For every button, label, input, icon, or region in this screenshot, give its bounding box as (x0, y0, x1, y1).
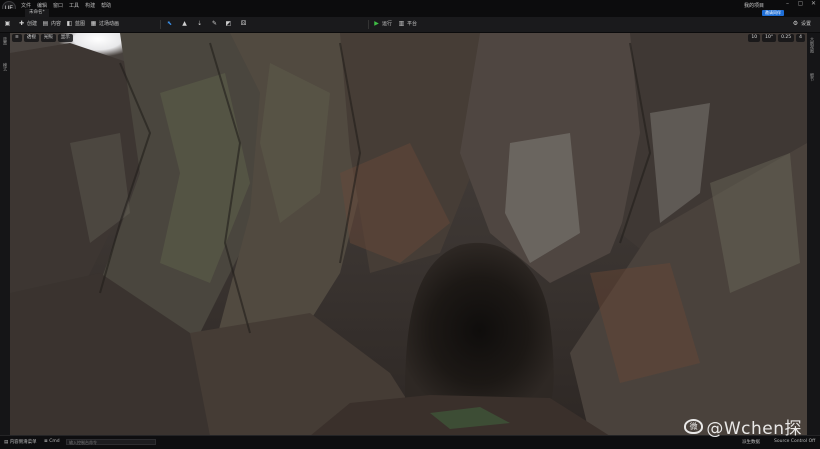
menu-tools[interactable]: 工具 (69, 2, 79, 9)
source-control-status[interactable]: Source Control Off (774, 439, 815, 444)
content-drawer-button[interactable]: ▤ 内容侧滑菜单 (4, 439, 37, 445)
right-dock-tab-details[interactable]: 细节 (809, 73, 815, 81)
select-mode-button[interactable]: ⬉ (166, 20, 173, 27)
cinematics-icon: ▦ (90, 20, 97, 27)
level-tab[interactable]: 未命名* (25, 9, 49, 17)
watermark-text: @Wchen探 (706, 419, 802, 439)
watermark: 微 @Wchen探 (684, 414, 802, 439)
menu-window[interactable]: 窗口 (53, 2, 63, 9)
left-dock: 放置 模式 (0, 33, 10, 436)
blueprint-label: 蓝图 (75, 21, 86, 27)
gear-icon: ⚙ (792, 20, 799, 27)
invite-button[interactable]: 邀请同伴 (762, 10, 784, 16)
minimize-button[interactable]: – (783, 0, 792, 7)
main-toolbar: ▣ ✚ 创建 ▤ 内容 ◧ 蓝图 ▦ 过场动画 ⬉ ▲ ⇣ ✎ ◩ ⚄ ▶ 运行… (0, 17, 820, 33)
viewport-options: ≡ 透视 光照 显示 (12, 34, 73, 42)
output-log-button[interactable]: ≣ Cmd (44, 439, 60, 444)
left-dock-tab-place[interactable]: 放置 (2, 37, 8, 45)
create-label: 创建 (27, 21, 38, 27)
menu-build[interactable]: 构建 (85, 2, 95, 9)
weibo-logo-icon: 微 (684, 419, 704, 434)
right-dock-tab-outliner[interactable]: 大纲视图 (809, 37, 815, 53)
content-drawer-label: 内容侧滑菜单 (9, 440, 37, 445)
console-command-input[interactable]: 输入控制台命令 (66, 439, 156, 445)
menu-bar: UE 文件 编辑 窗口 工具 构建 帮助 我的项目 – ▢ ✕ (0, 0, 820, 15)
content-icon: ▤ (42, 20, 49, 27)
camera-speed-button[interactable]: 4 (796, 34, 805, 42)
play-icon: ▶ (374, 20, 379, 27)
create-icon: ✚ (18, 20, 25, 27)
close-button[interactable]: ✕ (809, 0, 818, 7)
play-button[interactable]: ▶ 运行 (373, 20, 392, 27)
toolbar-divider (160, 20, 161, 29)
viewport-menu-button[interactable]: ≡ (12, 34, 22, 42)
window-controls: – ▢ ✕ (783, 0, 818, 7)
content-label: 内容 (51, 21, 62, 27)
menu-help[interactable]: 帮助 (101, 2, 111, 9)
mesh-paint-button[interactable]: ✎ (211, 20, 218, 27)
blueprint-icon: ◧ (66, 20, 73, 27)
blueprint-button[interactable]: ◧ 蓝图 (66, 20, 85, 27)
project-name: 我的项目 (743, 3, 764, 9)
rotation-snap-button[interactable]: 10° (762, 34, 777, 42)
modeling-button[interactable]: ◩ (225, 20, 232, 27)
cinematics-button[interactable]: ▦ 过场动画 (90, 20, 119, 27)
cmd-label: Cmd (49, 439, 60, 444)
settings-label: 设置 (801, 21, 812, 27)
fracture-icon: ⚄ (240, 20, 247, 27)
platforms-label: 平台 (407, 21, 418, 27)
show-button[interactable]: 显示 (57, 34, 73, 42)
left-dock-tab-modes[interactable]: 模式 (2, 63, 8, 71)
platforms-icon: ▥ (398, 20, 405, 27)
perspective-button[interactable]: 透视 (23, 34, 39, 42)
toolbar-divider (368, 20, 369, 29)
level-viewport[interactable]: ≡ 透视 光照 显示 10 10° 0.25 4 (10, 33, 807, 436)
landscape-icon: ▲ (182, 20, 187, 27)
level-tab-row: 未命名* 邀请同伴 (0, 9, 820, 17)
content-button[interactable]: ▤ 内容 (42, 20, 61, 27)
lit-mode-button[interactable]: 光照 (40, 34, 56, 42)
menu-file[interactable]: 文件 (21, 2, 31, 9)
settings-button[interactable]: ⚙ 设置 (792, 20, 811, 27)
cinematics-label: 过场动画 (99, 21, 120, 27)
derived-data-button[interactable]: 派生数据 (742, 439, 760, 445)
foliage-icon: ⇣ (196, 20, 203, 27)
main-menu: 文件 编辑 窗口 工具 构建 帮助 (21, 2, 111, 9)
right-dock: 大纲视图 细节 (807, 33, 820, 436)
landscape-mode-button[interactable]: ▲ (181, 20, 188, 27)
save-icon: ▣ (4, 20, 11, 27)
fracture-button[interactable]: ⚄ (240, 20, 247, 27)
modeling-icon: ◩ (225, 20, 232, 27)
menu-edit[interactable]: 编辑 (37, 2, 47, 9)
mesh-paint-icon: ✎ (211, 20, 218, 27)
play-label: 运行 (382, 21, 393, 27)
scale-snap-button[interactable]: 0.25 (778, 34, 795, 42)
maximize-button[interactable]: ▢ (796, 0, 805, 7)
foliage-mode-button[interactable]: ⇣ (196, 20, 203, 27)
grid-snap-button[interactable]: 10 (748, 34, 761, 42)
create-button[interactable]: ✚ 创建 (18, 20, 37, 27)
viewport-snap-tools: 10 10° 0.25 4 (748, 34, 805, 42)
platforms-button[interactable]: ▥ 平台 (398, 20, 417, 27)
select-mode-icon: ⬉ (166, 20, 173, 27)
viewport-scene-image (10, 33, 807, 436)
save-button[interactable]: ▣ (4, 20, 11, 27)
